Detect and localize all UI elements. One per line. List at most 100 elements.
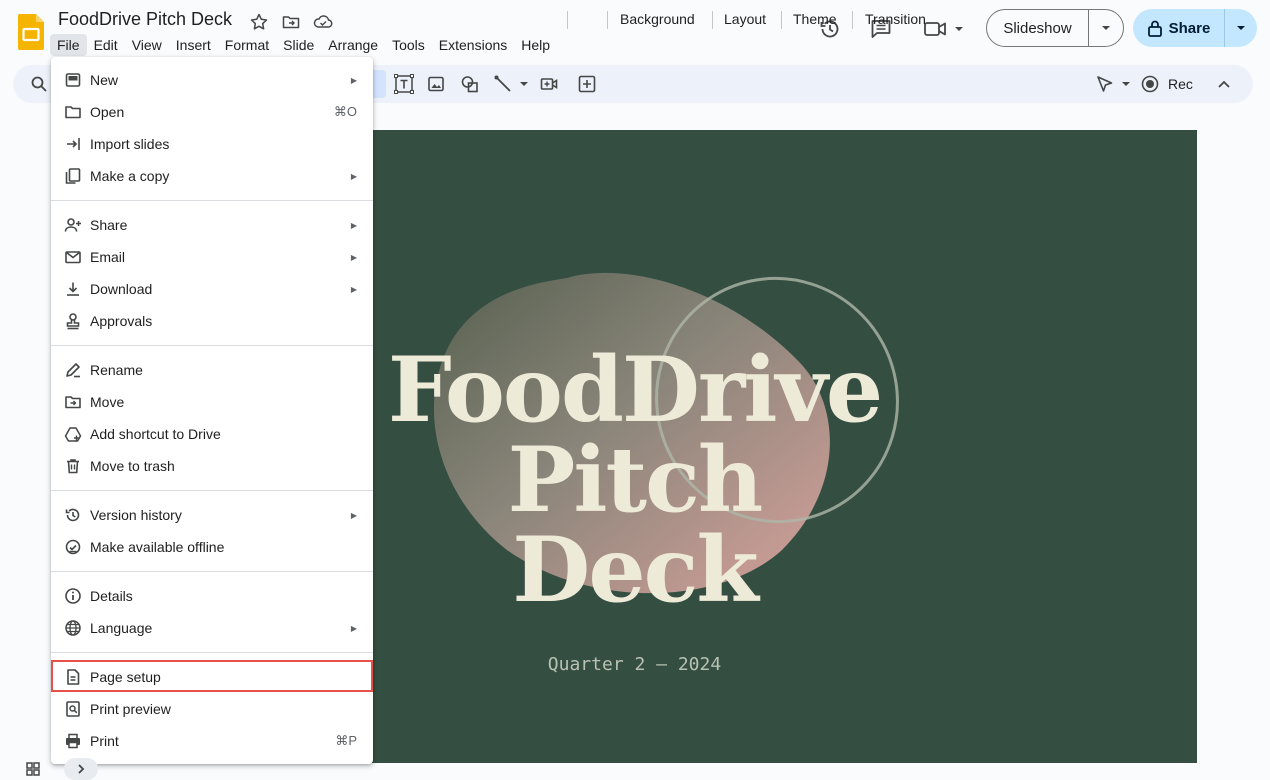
star-icon[interactable] — [249, 12, 269, 32]
menu-arrange[interactable]: Arrange — [321, 34, 385, 56]
menu-view[interactable]: View — [125, 34, 169, 56]
print-preview-icon — [64, 700, 82, 718]
share-dropdown[interactable] — [1225, 9, 1257, 47]
document-title[interactable]: FoodDrive Pitch Deck — [58, 9, 232, 30]
shape-icon[interactable] — [460, 74, 480, 94]
cloud-saved-icon[interactable] — [312, 12, 333, 32]
insert-video-icon[interactable] — [539, 74, 559, 94]
grid-view-icon[interactable] — [17, 757, 49, 780]
move-folder-icon[interactable] — [281, 12, 301, 32]
menu-slide[interactable]: Slide — [276, 34, 321, 56]
menu-bar: File Edit View Insert Format Slide Arran… — [50, 34, 557, 56]
transition-button[interactable]: Transition — [865, 11, 926, 27]
lock-icon — [1147, 19, 1163, 37]
menu-help[interactable]: Help — [514, 34, 557, 56]
folder-open-icon — [64, 103, 82, 121]
menu-divider — [51, 490, 373, 491]
slide-title-line-2: Pitch Deck — [507, 427, 764, 623]
submenu-arrow-icon: ▶ — [350, 171, 357, 181]
submenu-arrow-icon: ▶ — [350, 75, 357, 85]
toolbar-separator — [781, 11, 782, 29]
toolbar-separator — [607, 11, 608, 29]
trash-icon — [64, 457, 82, 475]
slide-title: FoodDrive Pitch Deck — [372, 345, 897, 615]
share-button[interactable]: Share — [1133, 9, 1225, 47]
info-icon — [64, 587, 82, 605]
globe-icon — [64, 619, 82, 637]
toolbar-separator — [852, 11, 853, 29]
menu-make-offline[interactable]: Make available offline — [51, 531, 373, 563]
person-add-icon — [64, 216, 82, 234]
menu-details[interactable]: Details — [51, 580, 373, 612]
record-button[interactable]: Rec — [1140, 74, 1193, 94]
new-slide-plus-icon[interactable] — [577, 74, 597, 94]
menu-file[interactable]: File — [50, 34, 87, 56]
history-icon — [64, 506, 82, 524]
menu-move-to-trash[interactable]: Move to trash — [51, 450, 373, 482]
mail-icon — [64, 248, 82, 266]
line-icon[interactable] — [493, 74, 533, 94]
menu-import-slides[interactable]: Import slides — [51, 128, 373, 160]
menu-divider — [51, 200, 373, 201]
background-button[interactable]: Background — [620, 11, 695, 27]
copy-icon — [64, 167, 82, 185]
download-icon — [64, 280, 82, 298]
slide-subtitle: Quarter 2 — 2024 — [547, 654, 722, 675]
toolbar-separator — [712, 11, 713, 29]
laser-pointer-icon[interactable] — [1095, 74, 1135, 94]
text-box-icon[interactable] — [393, 73, 415, 95]
collapse-toolbar-icon[interactable] — [1216, 77, 1232, 91]
toolbar-separator — [567, 11, 568, 29]
menu-add-shortcut[interactable]: Add shortcut to Drive — [51, 418, 373, 450]
menu-divider — [51, 345, 373, 346]
image-icon[interactable] — [427, 75, 445, 93]
caret-down-icon — [1235, 24, 1247, 32]
menu-make-a-copy[interactable]: Make a copy ▶ — [51, 160, 373, 192]
caret-down-icon — [1100, 24, 1112, 32]
slideshow-button[interactable]: Slideshow — [987, 10, 1089, 46]
menu-tools[interactable]: Tools — [385, 34, 432, 56]
menu-approvals[interactable]: Approvals — [51, 305, 373, 337]
drive-shortcut-icon — [64, 425, 82, 443]
slideshow-dropdown[interactable] — [1089, 10, 1123, 46]
menu-email[interactable]: Email ▶ — [51, 241, 373, 273]
menu-edit[interactable]: Edit — [87, 34, 125, 56]
offline-check-icon — [64, 538, 82, 556]
menu-open[interactable]: Open ⌘O — [51, 96, 373, 128]
submenu-arrow-icon: ▶ — [350, 252, 357, 262]
search-menus-icon[interactable] — [30, 75, 48, 93]
share-group: Share — [1133, 9, 1257, 47]
menu-divider — [51, 652, 373, 653]
slides-logo-icon[interactable] — [18, 14, 44, 50]
menu-print-preview[interactable]: Print preview — [51, 693, 373, 725]
import-icon — [64, 135, 82, 153]
submenu-arrow-icon: ▶ — [350, 623, 357, 633]
chevron-right-icon — [76, 763, 86, 775]
slide[interactable]: FoodDrive Pitch Deck Quarter 2 — 2024 — [372, 130, 1197, 763]
menu-share[interactable]: Share ▶ — [51, 209, 373, 241]
menu-download[interactable]: Download ▶ — [51, 273, 373, 305]
meet-camera-icon[interactable] — [922, 17, 968, 41]
slideshow-group: Slideshow — [986, 9, 1124, 47]
record-icon — [1140, 74, 1160, 94]
submenu-arrow-icon: ▶ — [350, 220, 357, 230]
menu-insert[interactable]: Insert — [169, 34, 218, 56]
menu-print[interactable]: Print ⌘P — [51, 725, 373, 757]
new-slides-icon — [64, 71, 82, 89]
approval-stamp-icon — [64, 312, 82, 330]
printer-icon — [64, 732, 82, 750]
theme-button[interactable]: Theme — [793, 11, 837, 27]
rename-pencil-icon — [64, 361, 82, 379]
menu-version-history[interactable]: Version history ▶ — [51, 499, 373, 531]
menu-extensions[interactable]: Extensions — [432, 34, 514, 56]
menu-new[interactable]: New ▶ — [51, 64, 373, 96]
expand-filmstrip-button[interactable] — [64, 758, 98, 780]
menu-format[interactable]: Format — [218, 34, 276, 56]
menu-move[interactable]: Move — [51, 386, 373, 418]
layout-button[interactable]: Layout — [724, 11, 766, 27]
slide-title-line-1: FoodDrive — [387, 337, 883, 443]
menu-divider — [51, 571, 373, 572]
menu-rename[interactable]: Rename — [51, 354, 373, 386]
menu-language[interactable]: Language ▶ — [51, 612, 373, 644]
submenu-arrow-icon: ▶ — [350, 284, 357, 294]
